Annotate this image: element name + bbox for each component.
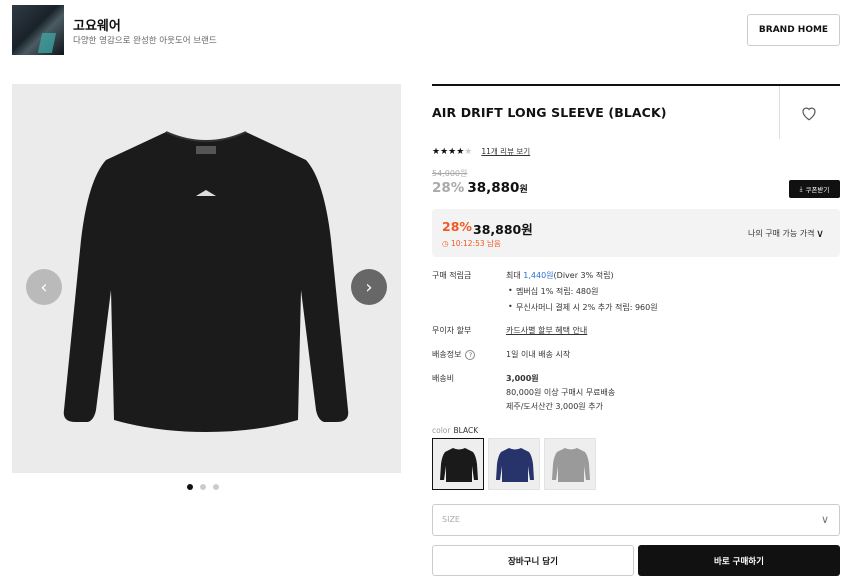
sale-price: 28% 38,880 원 [432,180,528,196]
brand-header: 고요웨어 다양한 영감으로 완성한 아웃도어 브랜드 BRAND HOME [0,0,850,62]
original-price: 54,000원 [432,169,468,178]
product-image [63,131,349,432]
chevron-left-icon: ‹ [40,276,48,298]
swatch-shirt-shape [552,448,590,482]
currency-unit: 원 [519,185,528,195]
color-swatch-black[interactable] [432,438,484,490]
coupon-button[interactable]: ⤓ 쿠폰받기 [789,180,840,198]
size-placeholder: SIZE [442,515,460,524]
review-link[interactable]: 11개 리뷰 보기 [481,146,530,157]
points-suffix: (Diver 3% 적립) [553,271,614,280]
shipping-info-label: 배송정보 [432,350,462,359]
shipping-fee-amount: 3,000원 [506,374,539,383]
brand-logo[interactable] [12,5,64,55]
heart-icon[interactable] [800,104,818,122]
swatch-shirt-shape [440,448,478,482]
pagination-dot[interactable] [200,484,206,490]
timer-text: 10:12:53 남음 [450,239,501,248]
discount-rate: 28% [432,180,465,196]
my-price-timer: ◷ 10:12:53 남음 [442,238,501,249]
selected-color: BLACK [453,426,479,435]
points-label: 구매 적립금 [432,271,472,280]
pagination-dot[interactable] [187,484,193,490]
shipping-fee-label: 배송비 [432,374,455,383]
help-icon[interactable]: ? [465,349,476,360]
color-swatch-gray[interactable] [544,438,596,490]
rating: ★★★★★ 11개 리뷰 보기 [432,146,530,157]
product-image-gallery[interactable]: ‹ › [12,84,401,473]
gallery-next-button[interactable]: › [351,269,387,305]
color-swatch-navy[interactable] [488,438,540,490]
product-title-bar: AIR DRIFT LONG SLEEVE (BLACK) [432,84,840,139]
chevron-right-icon: › [365,276,373,298]
chevron-down-icon: ∨ [820,513,829,526]
gallery-prev-button[interactable]: ‹ [26,269,62,305]
brand-description: 다양한 영감으로 완성한 아웃도어 브랜드 [73,36,217,46]
coupon-button-label: 쿠폰받기 [805,186,830,194]
gallery-pagination [187,484,219,490]
my-price-amount: 38,880원 [473,222,533,237]
installment-label: 무이자 할부 [432,326,472,335]
color-label: color BLACK [432,426,478,435]
my-price-discount: 28% [442,219,472,234]
size-select[interactable]: SIZE ∨ [432,504,840,536]
add-to-cart-button[interactable]: 장바구니 담기 [432,545,634,576]
buy-now-button[interactable]: 바로 구매하기 [638,545,840,576]
brand-name[interactable]: 고요웨어 [73,15,121,34]
my-price-label: 나의 구매 가능 가격 [748,229,815,238]
shipping-info-label-wrap: 배송정보? [432,349,476,360]
color-swatches [432,438,596,490]
chevron-down-icon: ∨ [816,227,825,240]
price-amount: 38,880 [467,180,520,196]
download-icon: ⤓ [799,184,803,193]
points-value: 최대 1,440원(Diver 3% 적립) 멤버십 1% 적립: 480원 무… [506,270,658,313]
points-prefix: 최대 [506,271,524,280]
points-bullet: 무신사머니 결제 시 2% 추가 적립: 960원 [506,302,658,313]
shipping-info-value: 1일 이내 배송 시작 [506,350,571,359]
shipping-fee-note: 80,000원 이상 구매시 무료배송 [506,388,616,397]
star-rating: ★★★★★ [432,146,473,157]
shipping-fee-note: 제주/도서산간 3,000원 추가 [506,402,603,411]
clock-icon: ◷ [442,239,451,248]
pagination-dot[interactable] [213,484,219,490]
points-bullet: 멤버십 1% 적립: 480원 [506,286,658,297]
color-label-text: color [432,426,451,435]
shipping-fee-value: 3,000원 80,000원 이상 구매시 무료배송 제주/도서산간 3,000… [506,373,615,412]
my-price-box[interactable]: 28% 38,880원 ◷ 10:12:53 남음 나의 구매 가능 가격 ∨ [432,209,840,257]
swatch-shirt-shape [496,448,534,482]
product-title: AIR DRIFT LONG SLEEVE (BLACK) [432,105,667,120]
divider [779,86,780,139]
brand-home-button[interactable]: BRAND HOME [747,14,840,46]
points-amount: 1,440원 [523,271,554,280]
installment-link[interactable]: 카드사별 할부 혜택 안내 [506,325,587,336]
